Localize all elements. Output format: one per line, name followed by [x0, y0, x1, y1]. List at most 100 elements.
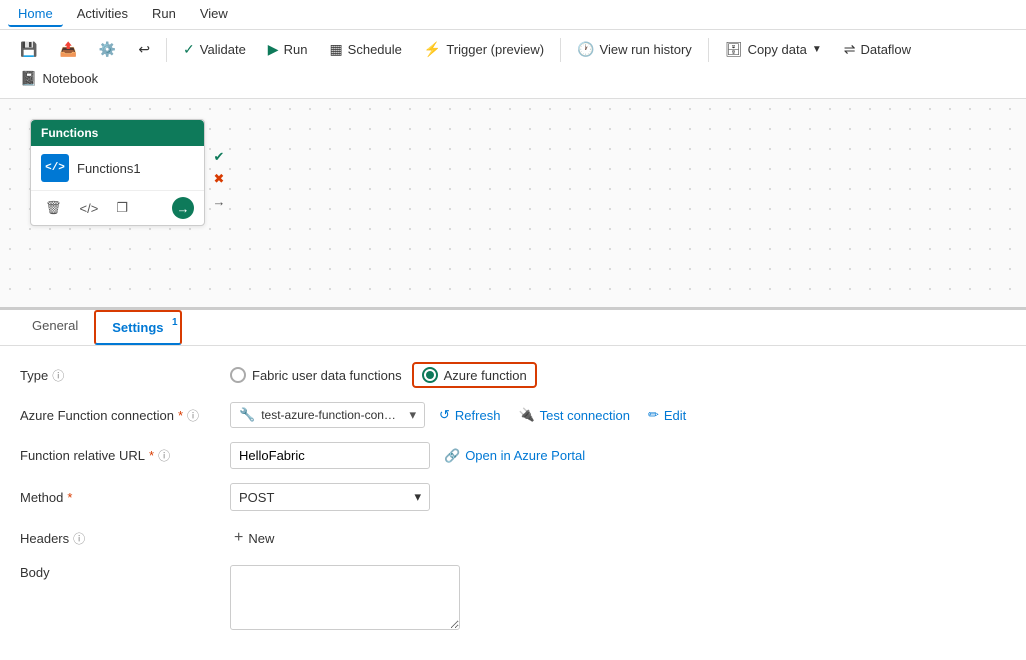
body-label: Body: [20, 565, 220, 580]
notebook-label: Notebook: [42, 71, 98, 86]
gear-icon: ⚙️: [99, 41, 116, 58]
azure-connection-label: Azure Function connection * ⓘ: [20, 407, 220, 424]
headers-info-icon[interactable]: ⓘ: [73, 530, 85, 547]
activity-header-label: Functions: [41, 126, 98, 140]
toolbar: 💾 📤 ⚙️ ↩ ✓ Validate ▶ Run ▦ Schedule ⚡ T…: [0, 30, 1026, 99]
run-button[interactable]: ▶ Run: [258, 36, 318, 63]
validate-icon: ✓: [183, 41, 195, 58]
menu-run[interactable]: Run: [142, 2, 186, 27]
notebook-button[interactable]: 📓 Notebook: [10, 65, 108, 92]
headers-row: Headers ⓘ + New: [20, 525, 1006, 551]
code-activity-button[interactable]: </>: [76, 199, 103, 218]
settings-content: Type ⓘ Fabric user data functions Azure …: [0, 346, 1026, 660]
edit-label: Edit: [664, 408, 686, 423]
publish-button[interactable]: 📤: [49, 36, 86, 63]
schedule-button[interactable]: ▦ Schedule: [319, 36, 411, 63]
type-info-icon[interactable]: ⓘ: [52, 367, 64, 384]
radio-azure[interactable]: Azure function: [412, 362, 537, 388]
activity-header: Functions: [31, 120, 204, 146]
menu-home[interactable]: Home: [8, 2, 63, 27]
activity-node: Functions </> Functions1 🗑 </> ❐ → ✔: [30, 119, 205, 226]
body-row: Body: [20, 565, 1006, 630]
status-error-icon: ✖: [209, 169, 229, 189]
status-check-icon: ✔: [209, 147, 229, 167]
tab-general-label: General: [32, 318, 78, 333]
radio-azure-label: Azure function: [444, 368, 527, 383]
refresh-button[interactable]: ↺ Refresh: [435, 405, 504, 425]
body-controls: [230, 565, 460, 630]
radio-fabric[interactable]: Fabric user data functions: [230, 367, 402, 383]
edit-icon: ✏: [648, 407, 659, 423]
method-required-asterisk: *: [67, 490, 72, 505]
dropdown-arrow-icon: ▾: [409, 407, 416, 423]
run-label: Run: [284, 42, 308, 57]
activity-side-icons: ✔ ✖ →: [209, 147, 229, 211]
schedule-label: Schedule: [348, 42, 402, 57]
refresh-icon: ↺: [439, 407, 450, 423]
validate-button[interactable]: ✓ Validate: [173, 36, 256, 63]
azure-connection-row: Azure Function connection * ⓘ 🔧 test-azu…: [20, 402, 1006, 428]
test-connection-label: Test connection: [540, 408, 630, 423]
undo-button[interactable]: ↩: [128, 36, 160, 63]
tab-general[interactable]: General: [16, 310, 94, 345]
radio-fabric-label: Fabric user data functions: [252, 368, 402, 383]
menu-bar: Home Activities Run View: [0, 0, 1026, 30]
copy-data-icon: 🗄: [725, 41, 743, 58]
bottom-panel: General Settings 1 Type ⓘ Fabric user da…: [0, 309, 1026, 660]
connection-dropdown-value: test-azure-function-connection s...: [261, 408, 401, 422]
tab-settings[interactable]: Settings 1: [94, 310, 181, 345]
required-asterisk: *: [178, 408, 183, 423]
method-controls: POST ▾: [230, 483, 430, 511]
copy-data-button[interactable]: 🗄 Copy data ▼: [715, 36, 832, 63]
trigger-label: Trigger (preview): [446, 42, 544, 57]
activity-card[interactable]: Functions </> Functions1 🗑 </> ❐ →: [30, 119, 205, 226]
type-controls: Fabric user data functions Azure functio…: [230, 362, 537, 388]
gear-button[interactable]: ⚙️: [89, 36, 126, 63]
delete-activity-button[interactable]: 🗑: [41, 198, 66, 218]
method-dropdown-arrow: ▾: [414, 489, 421, 505]
activity-icon-box: </>: [41, 154, 69, 182]
trigger-button[interactable]: ⚡ Trigger (preview): [414, 36, 554, 63]
radio-fabric-circle: [230, 367, 246, 383]
function-url-row: Function relative URL * ⓘ 🔗 Open in Azur…: [20, 442, 1006, 469]
function-url-input[interactable]: [230, 442, 430, 469]
connection-dropdown[interactable]: 🔧 test-azure-function-connection s... ▾: [230, 402, 425, 428]
function-url-label: Function relative URL * ⓘ: [20, 447, 220, 464]
save-button[interactable]: 💾: [10, 36, 47, 63]
open-portal-icon: 🔗: [444, 448, 460, 464]
save-icon: 💾: [20, 41, 37, 58]
notebook-icon: 📓: [20, 70, 37, 87]
canvas-inner: Functions </> Functions1 🗑 </> ❐ → ✔: [0, 99, 1026, 299]
tab-settings-label: Settings: [112, 320, 163, 335]
status-arrow-icon: →: [209, 191, 229, 211]
arrow-activity-button[interactable]: →: [172, 197, 194, 219]
publish-icon: 📤: [59, 41, 76, 58]
radio-azure-dot: [426, 371, 434, 379]
activity-name-label: Functions1: [77, 161, 141, 176]
body-textarea[interactable]: [230, 565, 460, 630]
url-controls: 🔗 Open in Azure Portal: [230, 442, 589, 469]
new-label: New: [248, 531, 274, 546]
separator-1: [166, 38, 167, 62]
radio-azure-circle: [422, 367, 438, 383]
connection-dropdown-icon: 🔧: [239, 407, 255, 423]
connection-info-icon[interactable]: ⓘ: [187, 407, 199, 424]
menu-activities[interactable]: Activities: [67, 2, 138, 27]
new-header-button[interactable]: + New: [230, 525, 278, 551]
view-run-history-button[interactable]: 🕐 View run history: [567, 36, 702, 63]
undo-icon: ↩: [138, 41, 150, 58]
url-info-icon[interactable]: ⓘ: [158, 447, 170, 464]
headers-controls: + New: [230, 525, 278, 551]
edit-button[interactable]: ✏ Edit: [644, 405, 690, 425]
menu-view[interactable]: View: [190, 2, 238, 27]
test-connection-button[interactable]: 🔌 Test connection: [514, 405, 634, 425]
view-run-history-label: View run history: [600, 42, 692, 57]
method-dropdown[interactable]: POST ▾: [230, 483, 430, 511]
canvas-area: Functions </> Functions1 🗑 </> ❐ → ✔: [0, 99, 1026, 309]
open-portal-label: Open in Azure Portal: [465, 448, 585, 463]
history-icon: 🕐: [577, 41, 594, 58]
headers-label: Headers ⓘ: [20, 530, 220, 547]
copy-activity-button[interactable]: ❐: [112, 198, 132, 218]
dataflow-button[interactable]: ⇌ Dataflow: [834, 36, 921, 63]
open-portal-button[interactable]: 🔗 Open in Azure Portal: [440, 446, 589, 466]
